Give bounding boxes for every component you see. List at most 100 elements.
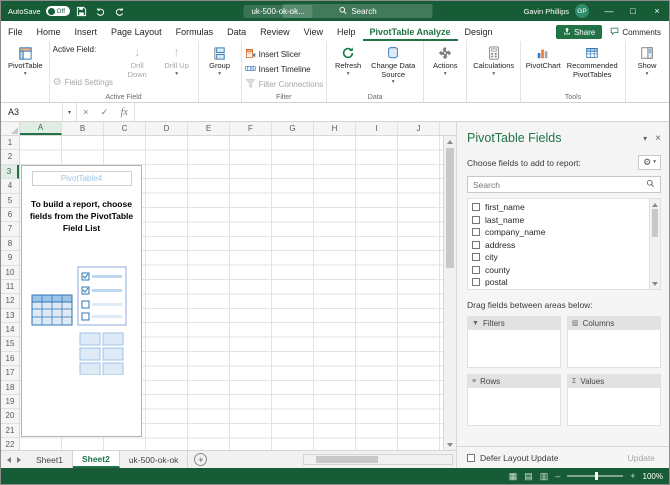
field-list-scroll-thumb[interactable] — [652, 209, 658, 237]
scroll-down-icon[interactable] — [650, 278, 660, 289]
filter-connections-button[interactable]: Filter Connections — [245, 77, 323, 91]
close-button[interactable]: × — [645, 1, 669, 21]
ribbon-tab-review[interactable]: Review — [253, 24, 297, 41]
rows-drop-zone[interactable] — [467, 388, 561, 426]
row-header-19[interactable]: 19 — [1, 395, 19, 409]
add-sheet-button[interactable]: + — [194, 453, 207, 466]
insert-timeline-button[interactable]: Insert Timeline — [245, 62, 323, 76]
field-checkbox-address[interactable] — [472, 241, 480, 249]
zoom-level[interactable]: 100% — [643, 472, 663, 481]
ribbon-tab-file[interactable]: File — [1, 24, 30, 41]
columns-drop-zone[interactable] — [567, 330, 661, 368]
zoom-slider[interactable] — [567, 475, 623, 477]
insert-slicer-button[interactable]: Insert Slicer — [245, 47, 323, 61]
vertical-scrollbar[interactable] — [443, 136, 456, 450]
sheet-tab-uk-500-ok-ok[interactable]: uk-500-ok-ok — [120, 451, 189, 468]
zoom-out-icon[interactable]: – — [555, 471, 560, 481]
cancel-icon[interactable]: × — [83, 107, 88, 117]
ribbon-tab-insert[interactable]: Insert — [68, 24, 105, 41]
row-header-5[interactable]: 5 — [1, 194, 19, 208]
field-checkbox-first-name[interactable] — [472, 203, 480, 211]
row-header-17[interactable]: 17 — [1, 366, 19, 380]
ribbon-tab-view[interactable]: View — [297, 24, 330, 41]
zoom-slider-thumb[interactable] — [595, 472, 598, 480]
user-name[interactable]: Gavin Phillips — [524, 7, 569, 16]
field-checkbox-last-name[interactable] — [472, 216, 480, 224]
group-button[interactable]: Group ▾ — [202, 43, 238, 77]
row-header-20[interactable]: 20 — [1, 409, 19, 423]
row-header-12[interactable]: 12 — [1, 294, 19, 308]
ribbon-tab-formulas[interactable]: Formulas — [169, 24, 221, 41]
field-item-address[interactable]: address — [468, 239, 649, 252]
row-header-2[interactable]: 2 — [1, 150, 19, 164]
undo-icon[interactable] — [94, 4, 108, 18]
field-checkbox-postal[interactable] — [472, 278, 480, 286]
minimize-button[interactable]: — — [597, 1, 621, 21]
horizontal-scrollbar[interactable] — [303, 454, 453, 465]
calculations-button[interactable]: Calculations ▾ — [470, 43, 517, 77]
row-header-8[interactable]: 8 — [1, 237, 19, 251]
enter-icon[interactable]: ✓ — [101, 107, 109, 118]
row-header-18[interactable]: 18 — [1, 381, 19, 395]
row-header-4[interactable]: 4 — [1, 179, 19, 193]
row-header-22[interactable]: 22 — [1, 438, 19, 450]
pivottable-button[interactable]: PivotTable ▾ — [5, 43, 46, 77]
actions-button[interactable]: Actions ▾ — [427, 43, 463, 77]
row-header-15[interactable]: 15 — [1, 337, 19, 351]
share-button[interactable]: Share — [556, 25, 602, 39]
normal-view-icon[interactable]: ▦ — [509, 471, 518, 482]
defer-layout-checkbox[interactable] — [467, 454, 475, 462]
show-button[interactable]: Show ▾ — [629, 43, 665, 77]
scroll-up-icon[interactable] — [444, 136, 456, 147]
search-box[interactable]: Search — [283, 4, 433, 18]
ribbon-tab-design[interactable]: Design — [458, 24, 500, 41]
field-list-scrollbar[interactable] — [649, 199, 660, 289]
row-header-3[interactable]: 3 — [1, 165, 19, 179]
pivottable-placeholder[interactable]: PivotTable4 To build a report, choose fi… — [21, 165, 142, 437]
drill-up-button[interactable]: ↑ Drill Up ▾ — [159, 43, 195, 77]
change-data-source-button[interactable]: Change Data Source ▾ — [366, 43, 420, 86]
column-header-b[interactable]: B — [62, 122, 104, 135]
scroll-down-icon[interactable] — [444, 439, 456, 450]
row-header-21[interactable]: 21 — [1, 424, 19, 438]
column-header-j[interactable]: J — [398, 122, 440, 135]
field-item-county[interactable]: county — [468, 264, 649, 277]
horizontal-scroll-thumb[interactable] — [316, 456, 378, 463]
values-drop-zone[interactable] — [567, 388, 661, 426]
ribbon-tab-home[interactable]: Home — [30, 24, 68, 41]
values-area[interactable]: Σ Values — [567, 374, 661, 426]
field-checkbox-company-name[interactable] — [472, 228, 480, 236]
recommended-pivottables-button[interactable]: Recommended PivotTables — [562, 43, 622, 79]
column-header-f[interactable]: F — [230, 122, 272, 135]
row-header-16[interactable]: 16 — [1, 352, 19, 366]
pane-options-icon[interactable]: ▾ — [643, 134, 647, 143]
rows-area[interactable]: ≡ Rows — [467, 374, 561, 426]
fields-search-input[interactable] — [473, 180, 646, 190]
grid-cells[interactable]: PivotTable4 To build a report, choose fi… — [20, 136, 443, 450]
name-box-chevron-icon[interactable]: ▾ — [63, 103, 77, 121]
column-header-e[interactable]: E — [188, 122, 230, 135]
select-all-corner[interactable] — [1, 122, 20, 135]
filters-area[interactable]: ▼ Filters — [467, 316, 561, 368]
row-header-10[interactable]: 10 — [1, 266, 19, 280]
page-break-view-icon[interactable]: ▥ — [540, 471, 549, 482]
filters-drop-zone[interactable] — [467, 330, 561, 368]
autosave-toggle[interactable]: Off — [46, 6, 70, 16]
field-item-first-name[interactable]: first_name — [468, 201, 649, 214]
column-header-c[interactable]: C — [104, 122, 146, 135]
save-icon[interactable] — [75, 4, 89, 18]
comments-button[interactable]: Comments — [610, 27, 661, 38]
pivotchart-button[interactable]: PivotChart — [524, 43, 562, 71]
column-header-d[interactable]: D — [146, 122, 188, 135]
row-header-1[interactable]: 1 — [1, 136, 19, 150]
fields-options-button[interactable]: ⚙ ▾ — [638, 155, 661, 170]
sheet-nav-left-icon[interactable] — [7, 457, 11, 463]
insert-function-icon[interactable]: fx — [121, 107, 128, 118]
refresh-button[interactable]: Refresh ▾ — [330, 43, 366, 77]
drill-down-button[interactable]: ↓ Drill Down — [118, 43, 157, 79]
field-item-postal[interactable]: postal — [468, 276, 649, 289]
update-button[interactable]: Update — [622, 451, 661, 465]
zoom-in-icon[interactable]: + — [630, 471, 635, 481]
page-layout-view-icon[interactable]: ▤ — [524, 471, 533, 482]
fields-search-box[interactable] — [467, 176, 661, 193]
